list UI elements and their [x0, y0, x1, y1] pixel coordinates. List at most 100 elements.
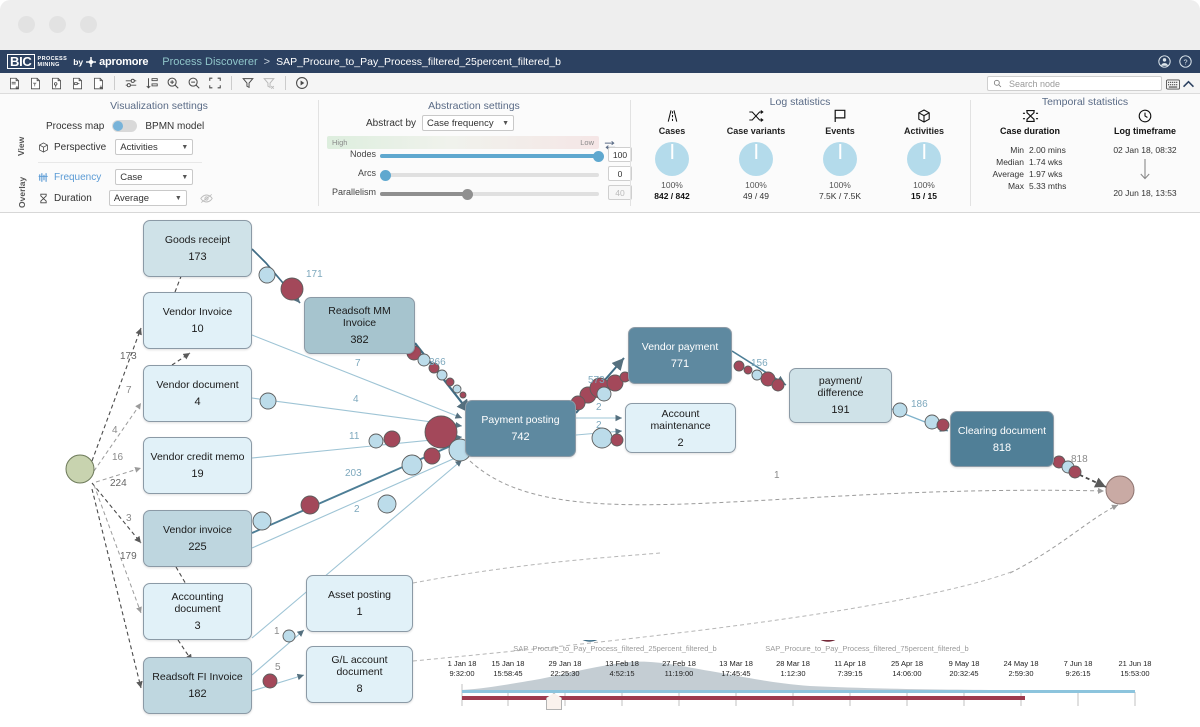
edge-start-vendor-document [94, 403, 141, 471]
sort-icon[interactable] [142, 74, 162, 93]
stat-activities: Activities 100% 15 / 15 [882, 108, 966, 201]
export-filtered-log-icon[interactable] [25, 74, 45, 93]
nodes-slider-knob[interactable] [593, 151, 604, 162]
bpmn-model-label: BPMN model [145, 121, 204, 132]
duration-max-key: Max [980, 180, 1024, 192]
timeline-legend-red: SAP_Procure_to_Pay_Process_filtered_75pe… [722, 644, 1012, 653]
node-vendor-invoice-capital[interactable]: Vendor Invoice 10 [143, 292, 252, 349]
timeline-track-blue[interactable] [462, 690, 1135, 693]
stat-events-donut [823, 142, 857, 176]
export-model-icon[interactable] [46, 74, 66, 93]
node-gl-account-document[interactable]: G/L account document 8 [306, 646, 413, 703]
node-goods-receipt[interactable]: Goods receipt 173 [143, 220, 252, 277]
parallelism-slider-knob[interactable] [462, 189, 473, 200]
timeline-token-red [812, 640, 844, 641]
settings-divider [38, 162, 202, 163]
node-label: Vendor document [150, 379, 244, 391]
node-value: 19 [191, 468, 203, 480]
nodes-slider-value[interactable]: 100 [608, 147, 632, 162]
node-label: Readsoft MM Invoice [305, 305, 414, 329]
timeline-tick: 15 Jan 1815:58:45 [480, 659, 536, 678]
node-accounting-document[interactable]: Accounting document 3 [143, 583, 252, 640]
search-node-input[interactable] [1007, 78, 1156, 90]
animate-play-icon[interactable] [292, 74, 312, 93]
arcs-slider-track[interactable] [380, 173, 599, 177]
clock-icon [1090, 108, 1200, 124]
duration-select[interactable]: Average▼ [109, 190, 187, 206]
node-clearing-document[interactable]: Clearing document 818 [950, 411, 1054, 467]
eye-off-icon[interactable] [200, 193, 213, 204]
timeline-tick: 7 Jun 189:26:15 [1050, 659, 1106, 678]
user-account-icon[interactable] [1158, 55, 1171, 68]
node-value: 225 [188, 541, 206, 553]
settings-sliders-icon[interactable] [121, 74, 141, 93]
node-payment-posting[interactable]: Payment posting 742 [465, 400, 576, 457]
search-node-container[interactable] [987, 76, 1162, 91]
timeline-tick: 13 Feb 184:52:15 [594, 659, 650, 678]
window-close-button[interactable] [18, 16, 35, 33]
abstract-by-select[interactable]: Case frequency▼ [422, 115, 514, 131]
export-bpmn-icon[interactable] [67, 74, 87, 93]
end-event [1106, 476, 1134, 504]
breadcrumb-process-discoverer[interactable]: Process Discoverer [162, 56, 257, 68]
node-label: Goods receipt [159, 234, 236, 246]
view-mode-row: Process map BPMN model [46, 120, 204, 132]
breadcrumb-current-log: SAP_Procure_to_Pay_Process_filtered_25pe… [276, 56, 561, 68]
timeline-tick: 13 Mar 1817:45:45 [708, 659, 764, 678]
node-vendor-invoice[interactable]: Vendor invoice 225 [143, 510, 252, 567]
stat-cases: Cases 100% 842 / 842 [630, 108, 714, 201]
node-label: Asset posting [322, 589, 397, 601]
window-titlebar [0, 0, 1200, 50]
node-asset-posting[interactable]: Asset posting 1 [306, 575, 413, 632]
node-account-maintenance[interactable]: Account maintenance 2 [625, 403, 736, 453]
edge-gl-to-end [1010, 505, 1118, 573]
window-minimize-button[interactable] [49, 16, 66, 33]
export-log-icon[interactable] [4, 74, 24, 93]
duration-value: Average [114, 193, 149, 204]
node-label: Vendor invoice [157, 524, 238, 536]
case-duration-label: Case duration [970, 126, 1090, 136]
timeline-token-blue [574, 640, 606, 641]
animation-timeline[interactable]: SAP_Procure_to_Pay_Process_filtered_25pe… [450, 640, 1190, 710]
stat-cases-value: 842 / 842 [630, 191, 714, 201]
node-payment-difference[interactable]: payment/ difference 191 [789, 368, 892, 423]
node-vendor-credit-memo[interactable]: Vendor credit memo 19 [143, 437, 252, 494]
log-timeframe-end: 20 Jun 18, 13:53 [1090, 188, 1200, 198]
hourglass-icon [38, 193, 49, 204]
filter-icon[interactable] [238, 74, 258, 93]
temporal-statistics-panel: Temporal statistics Case duration Min 2.… [970, 94, 1200, 213]
perspective-select[interactable]: Activities▼ [115, 139, 193, 155]
node-vendor-payment[interactable]: Vendor payment 771 [628, 327, 732, 384]
arcs-slider-knob[interactable] [380, 170, 391, 181]
node-label: Vendor payment [636, 341, 724, 353]
zoom-out-icon[interactable] [184, 74, 204, 93]
node-value: 1 [356, 606, 362, 618]
arcs-slider-label: Arcs [318, 168, 376, 178]
view-mode-toggle[interactable] [112, 120, 137, 132]
node-vendor-document[interactable]: Vendor document 4 [143, 365, 252, 422]
parallelism-slider-fill [380, 192, 468, 196]
brand-logo[interactable]: BIC PROCESS MINING by apromore [0, 54, 148, 69]
window-maximize-button[interactable] [80, 16, 97, 33]
zoom-in-icon[interactable] [163, 74, 183, 93]
edge-vendor-document-vendor-invoice-cap [172, 353, 190, 365]
keyboard-icon[interactable] [1166, 77, 1180, 95]
abstraction-scale-bar: High Low [327, 136, 599, 149]
settings-strip: Visualization settings View Overlay Proc… [0, 94, 1200, 213]
node-readsoft-mm-invoice[interactable]: Readsoft MM Invoice 382 [304, 297, 415, 354]
export-image-icon[interactable] [88, 74, 108, 93]
logo-bic-text: BIC [7, 54, 35, 69]
fit-screen-icon[interactable] [205, 74, 225, 93]
node-readsoft-fi-invoice[interactable]: Readsoft FI Invoice 182 [143, 657, 252, 714]
clear-filter-icon[interactable] [259, 74, 279, 93]
chevron-up-icon[interactable] [1182, 77, 1195, 95]
log-timeframe-column: Log timeframe 02 Jan 18, 08:32 20 Jun 18… [1090, 108, 1200, 198]
help-circle-icon[interactable]: ? [1179, 55, 1192, 68]
duration-row: Duration Average▼ [38, 190, 213, 206]
frequency-select[interactable]: Case▼ [115, 169, 193, 185]
toolbar-divider [114, 76, 115, 90]
arcs-slider-value[interactable]: 0 [608, 166, 632, 181]
svg-text:?: ? [1183, 57, 1187, 66]
timeline-tick: 11 Apr 187:39:15 [822, 659, 878, 678]
edge-start-readsoft-fi [92, 489, 141, 688]
